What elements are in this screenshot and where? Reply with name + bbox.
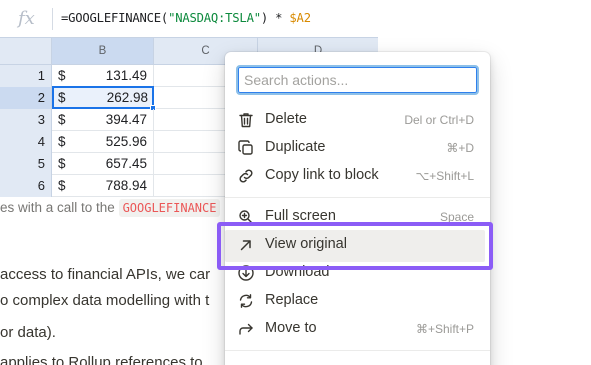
formula-separator	[52, 8, 53, 30]
menu-item-copy-link[interactable]: Copy link to block ⌥+Shift+L	[225, 162, 490, 190]
cell-currency: $	[58, 90, 66, 105]
paragraph-line: applies to Rollup references to	[0, 354, 203, 365]
cell-currency: $	[58, 134, 66, 149]
formula-bar: fx =GOOGLEFINANCE("NASDAQ:TSLA") * $A2	[0, 0, 378, 38]
cell-b2-selected: $262.98	[52, 86, 156, 111]
menu-item-label: Duplicate	[265, 139, 326, 155]
cell-b1: $131.49	[52, 65, 154, 87]
menu-item-delete[interactable]: Delete Del or Ctrl+D	[225, 106, 490, 134]
caption-text: es with a call to the	[0, 200, 119, 215]
formula-text: =GOOGLEFINANCE("NASDAQ:TSLA") * $A2	[61, 11, 311, 25]
cell-value: 657.45	[105, 156, 147, 171]
paragraph-line: access to financial APIs, we car	[0, 266, 211, 283]
search-actions-box[interactable]	[236, 65, 479, 95]
menu-item-view-original[interactable]: View original	[225, 231, 490, 259]
cell-b6: $788.94	[52, 175, 154, 197]
cell-b4: $525.96	[52, 131, 154, 153]
cell-currency: $	[58, 156, 66, 171]
cell-value: 394.47	[105, 112, 147, 127]
fx-icon: fx	[18, 8, 35, 29]
column-header-b: B	[52, 38, 154, 65]
cell-currency: $	[58, 112, 66, 127]
cell-currency: $	[58, 178, 66, 193]
paragraph-line: or data).	[0, 324, 56, 341]
cell-value: 131.49	[105, 68, 147, 83]
menu-divider	[225, 350, 490, 351]
row-number: 1	[0, 65, 52, 87]
menu-item-label: Delete	[265, 111, 307, 127]
menu-item-shortcut: Del or Ctrl+D	[404, 113, 474, 127]
menu-item-label: Move to	[265, 320, 317, 336]
menu-item-shortcut: ⌘+D	[446, 141, 474, 155]
block-actions-menu: Delete Del or Ctrl+D Duplicate ⌘+D Copy …	[225, 52, 490, 365]
formula-string: "NASDAQ:TSLA"	[168, 11, 261, 25]
menu-item-move-to[interactable]: Move to ⌘+Shift+P	[225, 315, 490, 343]
cell-value: 262.98	[106, 90, 148, 105]
row-number: 6	[0, 175, 52, 197]
image-caption: es with a call to the GOOGLEFINANCE	[0, 199, 221, 217]
menu-item-label: View original	[265, 236, 347, 252]
cell-value: 525.96	[105, 134, 147, 149]
arrow-up-right-icon	[237, 236, 255, 254]
formula-prefix: =GOOGLEFINANCE(	[61, 11, 169, 25]
row-number: 3	[0, 109, 52, 131]
cell-value: 788.94	[105, 178, 147, 193]
formula-middle: ) *	[260, 11, 290, 25]
paragraph-line: o complex data modelling with t	[0, 292, 210, 309]
trash-icon	[237, 111, 255, 129]
corner-header	[0, 38, 52, 65]
row-number: 4	[0, 131, 52, 153]
link-icon	[237, 167, 255, 185]
cell-b5: $657.45	[52, 153, 154, 175]
inline-code: GOOGLEFINANCE	[118, 199, 221, 217]
replace-icon	[237, 292, 255, 310]
cell-currency: $	[58, 68, 66, 83]
row-number: 2	[0, 87, 52, 109]
menu-item-shortcut: ⌥+Shift+L	[415, 169, 474, 183]
menu-item-replace[interactable]: Replace	[225, 287, 490, 315]
duplicate-icon	[237, 139, 255, 157]
row-number: 5	[0, 153, 52, 175]
menu-item-label: Replace	[265, 292, 319, 308]
search-actions-input[interactable]	[238, 67, 477, 93]
formula-ref: $A2	[289, 11, 311, 25]
menu-item-duplicate[interactable]: Duplicate ⌘+D	[225, 134, 490, 162]
menu-divider	[225, 197, 490, 198]
menu-item-shortcut: ⌘+Shift+P	[415, 322, 474, 336]
menu-item-label: Copy link to block	[265, 167, 379, 183]
move-to-icon	[237, 320, 255, 338]
cell-b3: $394.47	[52, 109, 154, 131]
